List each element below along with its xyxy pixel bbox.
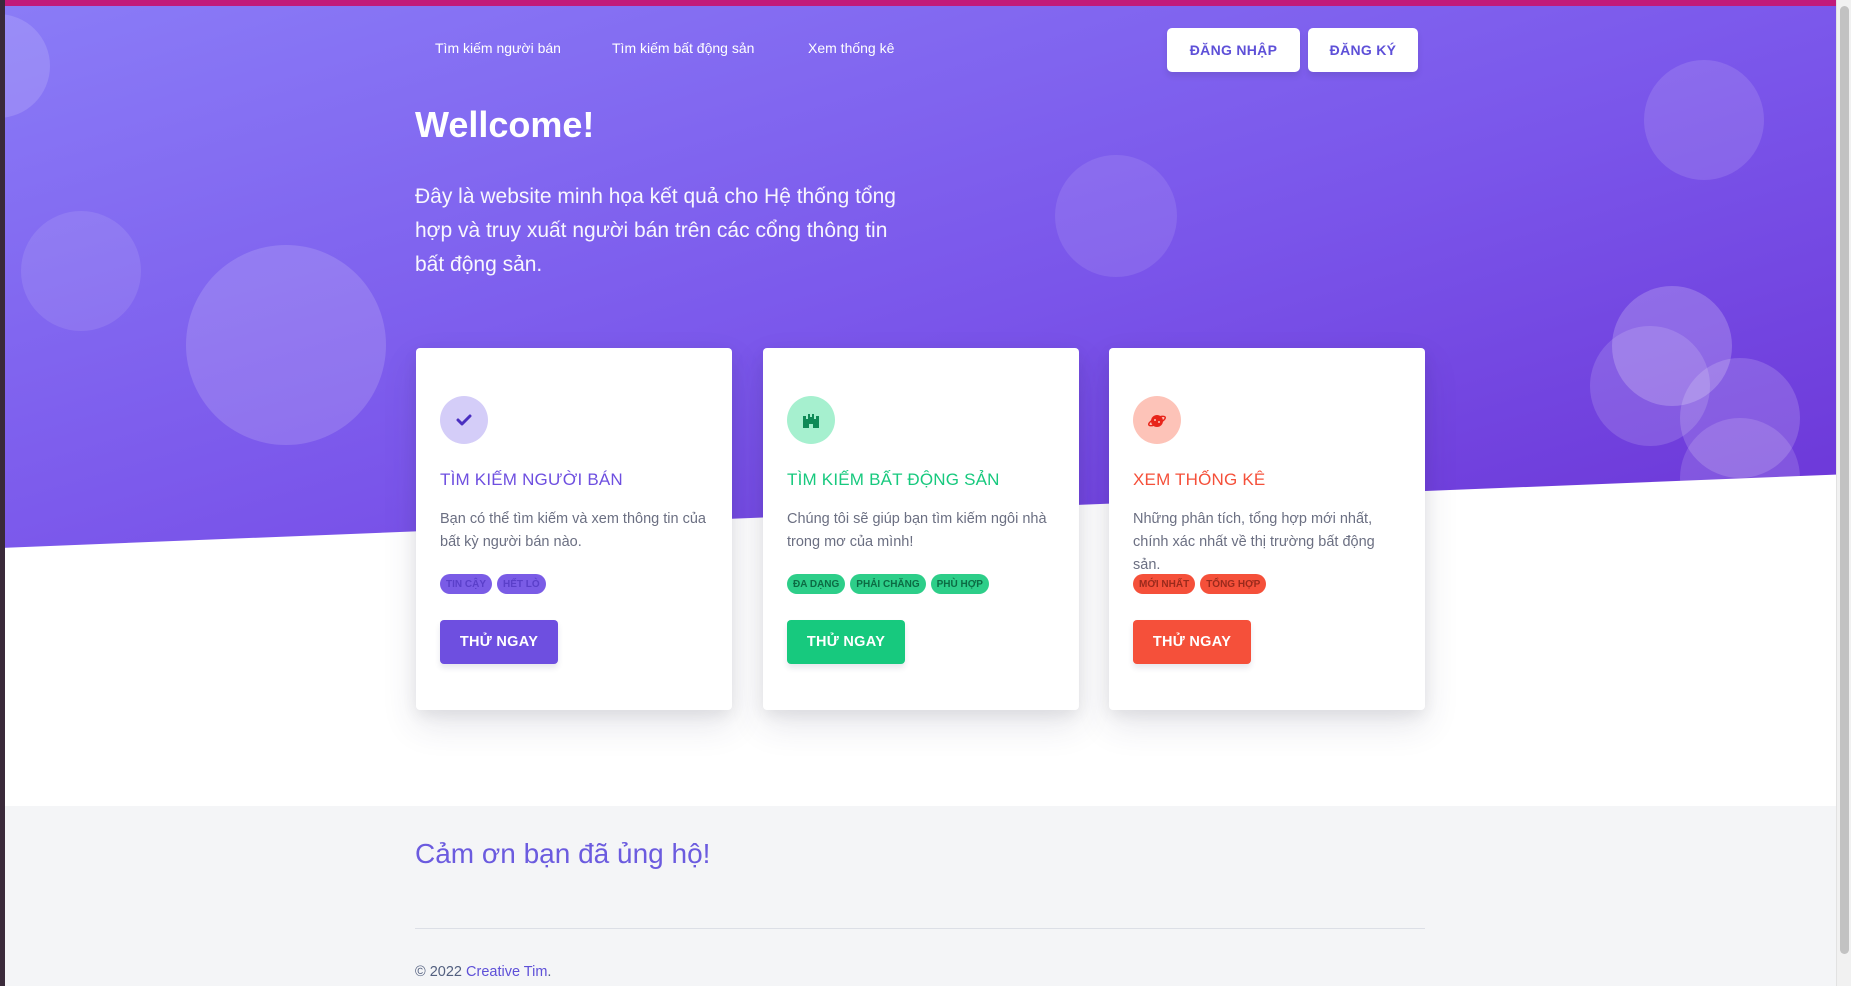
window-left-edge (0, 0, 5, 986)
copyright-prefix: © 2022 (415, 964, 462, 980)
badge: MỚI NHẤT (1133, 574, 1196, 594)
try-now-button[interactable]: THỬ NGAY (440, 620, 558, 664)
planet-icon (1133, 396, 1181, 444)
register-button[interactable]: ĐĂNG KÝ (1308, 28, 1418, 72)
feature-card-sellers: TÌM KIẾM NGƯỜI BÁN Bạn có thể tìm kiếm v… (416, 348, 732, 710)
scrollbar-thumb[interactable] (1840, 6, 1849, 954)
footer-divider (415, 928, 1425, 929)
card-description: Bạn có thể tìm kiếm và xem thông tin của… (440, 511, 706, 550)
feature-card-statistics: XEM THỐNG KÊ Những phân tích, tổng hợp m… (1109, 348, 1425, 710)
vertical-scrollbar[interactable] (1836, 0, 1851, 986)
card-description: Chúng tôi sẽ giúp bạn tìm kiếm ngôi nhà … (787, 511, 1047, 550)
feature-card-real-estate: TÌM KIẾM BẤT ĐỘNG SẢN Chúng tôi sẽ giúp … (763, 348, 1079, 710)
login-button[interactable]: ĐĂNG NHẬP (1167, 28, 1300, 72)
check-icon (440, 396, 488, 444)
card-title: TÌM KIẾM BẤT ĐỘNG SẢN (787, 470, 1000, 489)
card-title: TÌM KIẾM NGƯỜI BÁN (440, 470, 623, 489)
creative-tim-link[interactable]: Creative Tim (466, 964, 547, 980)
copyright: © 2022 Creative Tim. (415, 964, 551, 980)
footer-title: Cảm ơn bạn đã ủng hộ! (415, 838, 711, 869)
nav-link-search-real-estate[interactable]: Tìm kiếm bất động sản (612, 40, 754, 56)
page: Tìm kiếm người bán Tìm kiếm bất động sản… (0, 0, 1851, 986)
hero-lead-text: Đây là website minh họa kết quả cho Hệ t… (415, 185, 896, 276)
navbar: Tìm kiếm người bán Tìm kiếm bất động sản… (0, 28, 1851, 72)
badge: PHẢI CHĂNG (850, 574, 926, 594)
card-badges: TIN CẬY HẾT LÒ (440, 574, 546, 594)
castle-icon (787, 396, 835, 444)
card-description: Những phân tích, tổng hợp mới nhất, chín… (1133, 511, 1375, 573)
nav-link-statistics[interactable]: Xem thống kê (808, 40, 894, 56)
copyright-suffix: . (547, 964, 552, 980)
badge: ĐA DẠNG (787, 574, 846, 594)
badge: TIN CẬY (440, 574, 492, 594)
nav-link-search-sellers[interactable]: Tìm kiếm người bán (435, 40, 561, 56)
try-now-button[interactable]: THỬ NGAY (1133, 620, 1251, 664)
try-now-button[interactable]: THỬ NGAY (787, 620, 905, 664)
badge: TỔNG HỢP (1200, 574, 1267, 594)
window-top-bar (0, 0, 1851, 6)
page-title: Wellcome! (415, 104, 595, 145)
card-title: XEM THỐNG KÊ (1133, 470, 1266, 489)
card-badges: MỚI NHẤT TỔNG HỢP (1133, 574, 1267, 594)
card-badges: ĐA DẠNG PHẢI CHĂNG PHÙ HỢP (787, 574, 989, 594)
footer: Cảm ơn bạn đã ủng hộ! © 2022 Creative Ti… (0, 806, 1851, 986)
badge: PHÙ HỢP (930, 574, 989, 594)
badge: HẾT LÒ (497, 574, 546, 594)
